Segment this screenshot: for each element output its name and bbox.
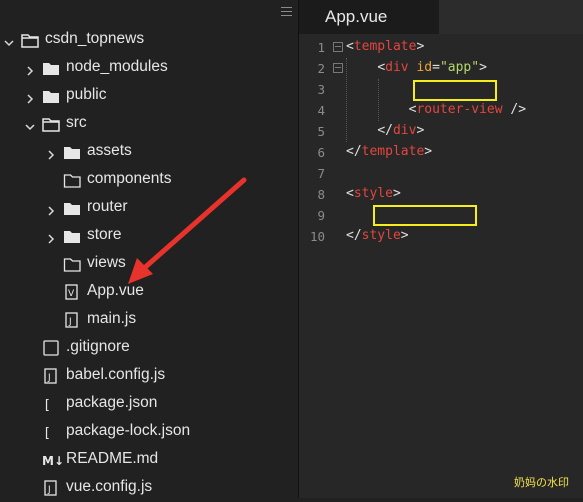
watermark: 奶妈の水印 xyxy=(514,477,569,489)
arrow-shaft xyxy=(139,177,247,273)
annotation-arrow xyxy=(128,177,247,284)
